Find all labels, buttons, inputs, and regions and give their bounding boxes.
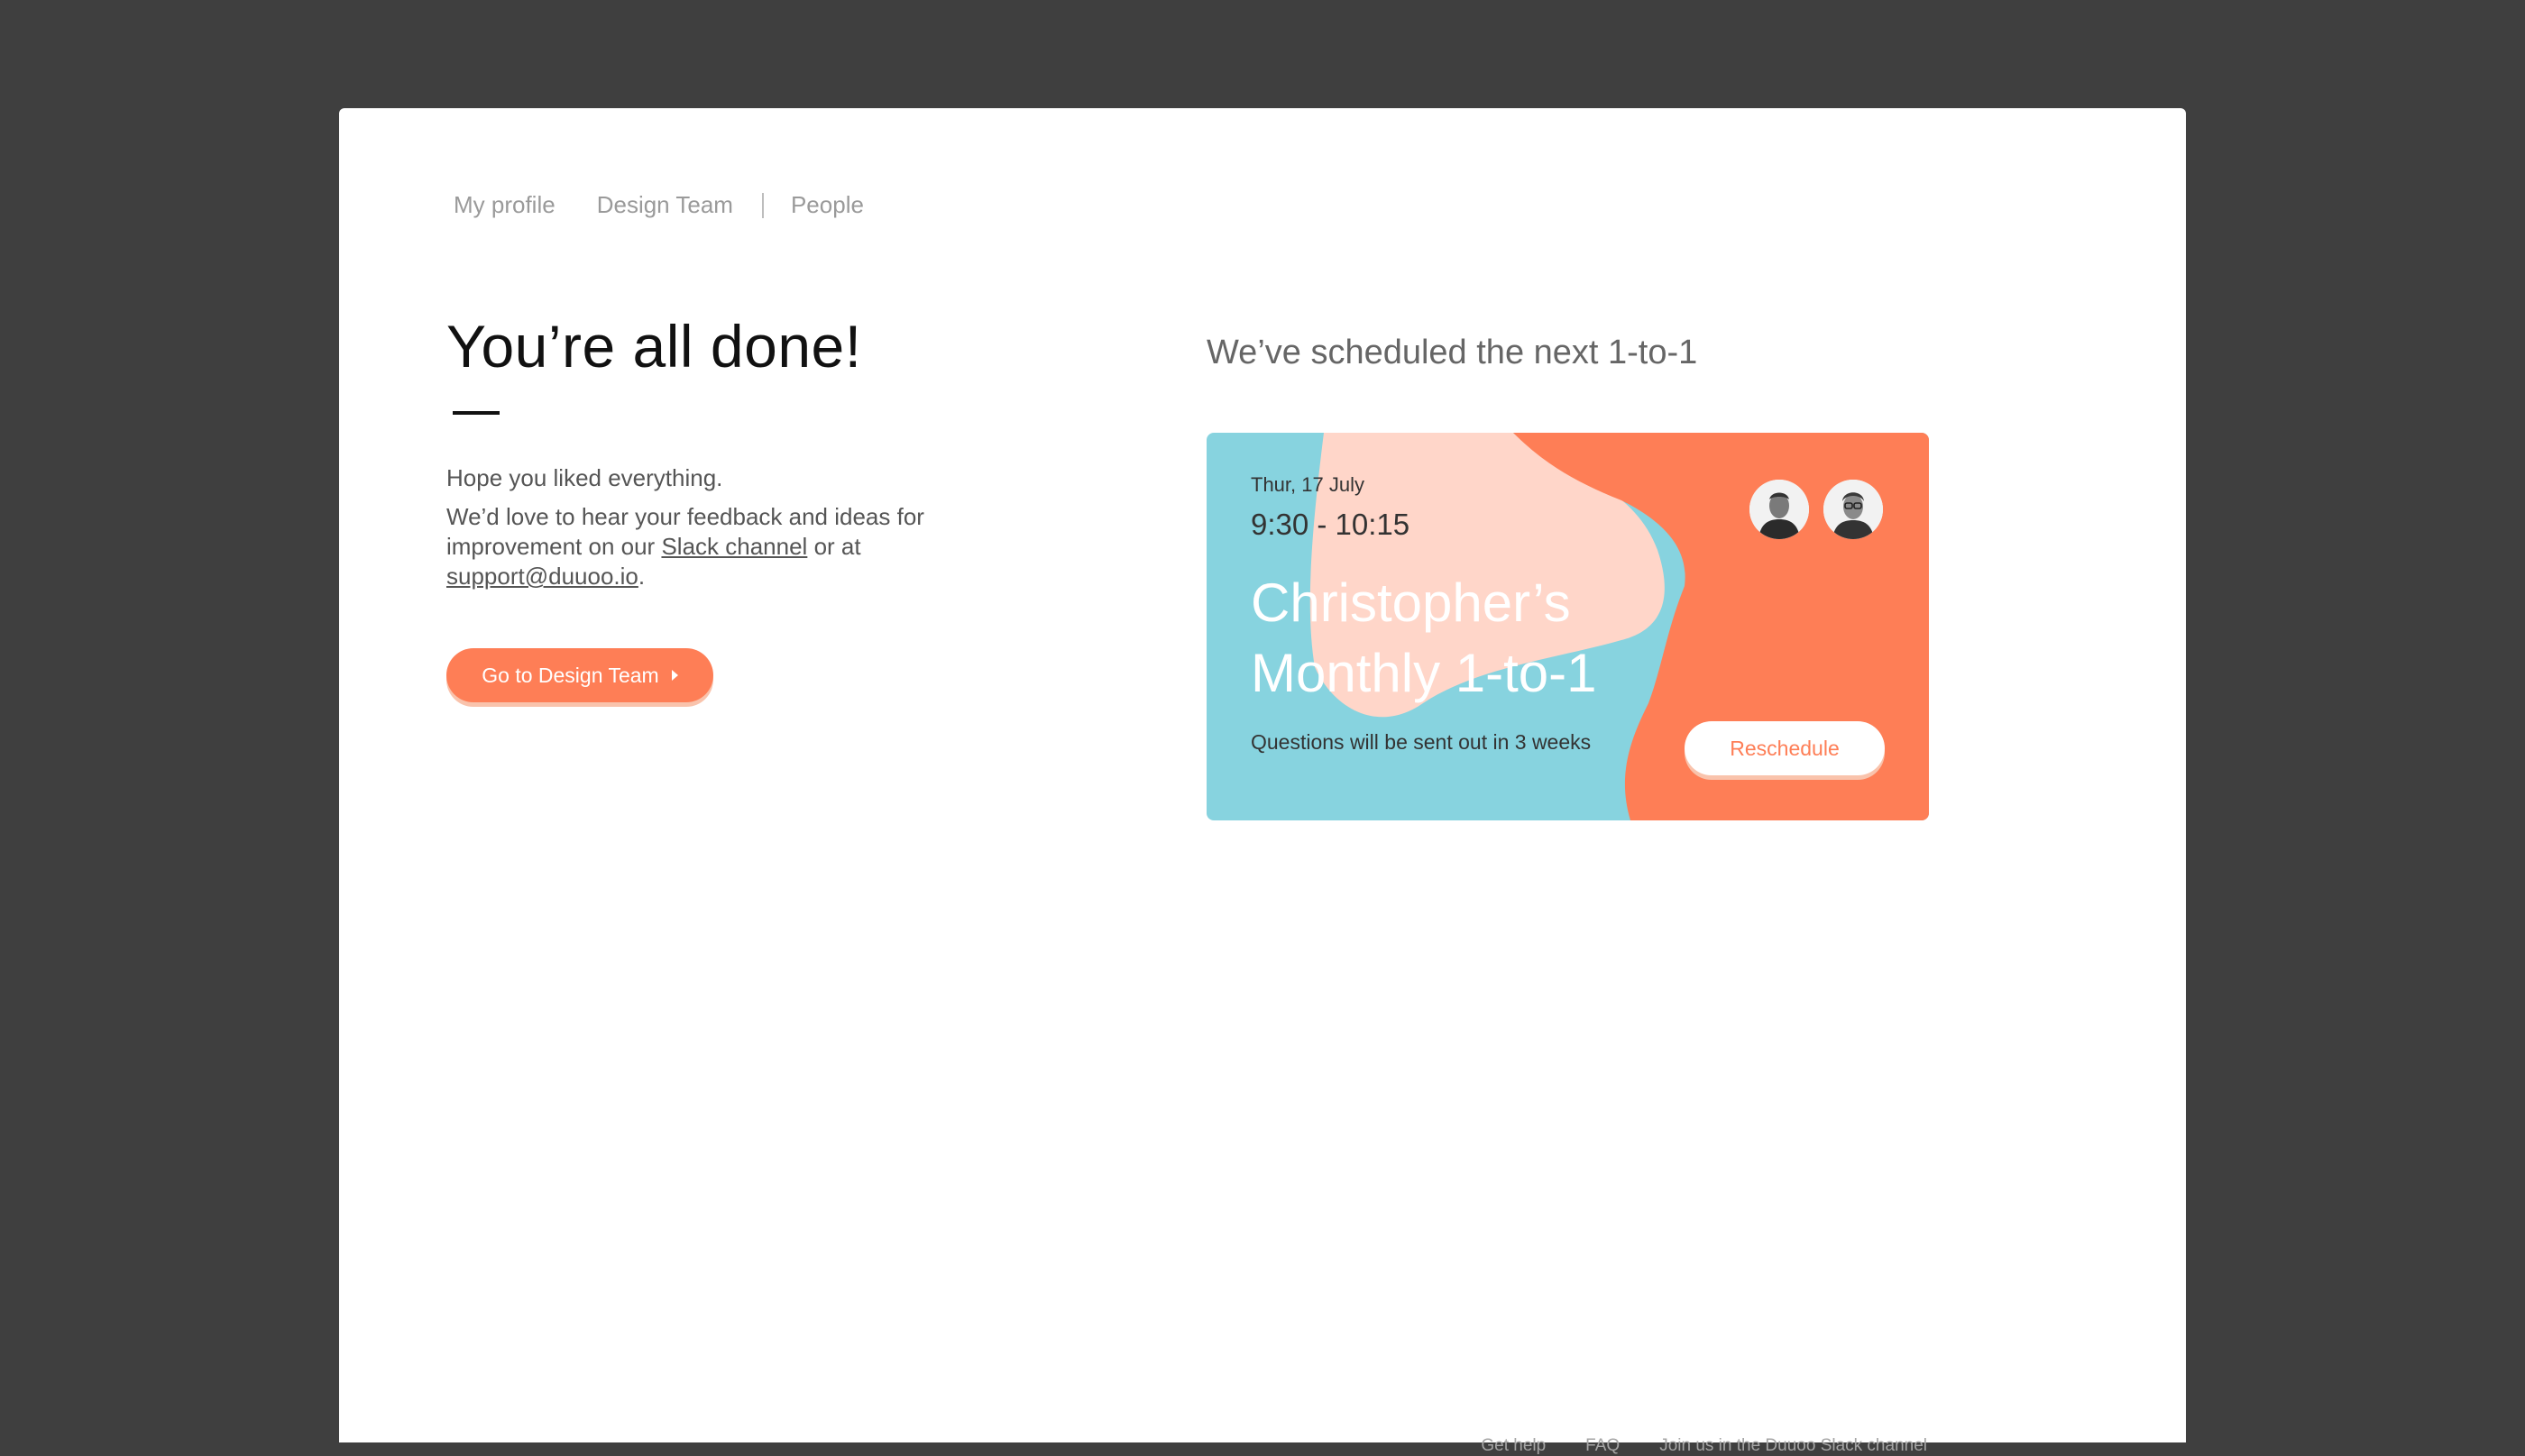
meeting-time: 9:30 - 10:15 <box>1251 508 1410 541</box>
page-title: You’re all done! <box>446 313 862 380</box>
go-to-design-team-button[interactable]: Go to Design Team <box>446 648 713 702</box>
main-panel: My profile Design Team People You’re all… <box>339 108 2186 1455</box>
avatar-participant-1 <box>1749 480 1809 539</box>
schedule-heading: We’ve scheduled the next 1-to-1 <box>1207 334 1698 371</box>
support-email-link[interactable]: support@duuoo.io <box>446 563 638 590</box>
nav-my-profile[interactable]: My profile <box>454 191 556 219</box>
meeting-date: Thur, 17 July <box>1251 473 1364 496</box>
go-button-label: Go to Design Team <box>482 663 659 687</box>
person-avatar-icon <box>1823 480 1883 539</box>
feedback-middle: or at <box>807 533 861 560</box>
caret-right-icon <box>671 670 678 681</box>
footer-slack-link[interactable]: Join us in the Duuoo Slack channel <box>1659 1436 1927 1456</box>
top-nav: My profile Design Team People <box>454 191 864 219</box>
feedback-text: We’d love to hear your feedback and idea… <box>446 502 933 591</box>
reschedule-button[interactable]: Reschedule <box>1685 721 1885 775</box>
slack-channel-link[interactable]: Slack channel <box>661 533 807 560</box>
footer-links: Get help FAQ Join us in the Duuoo Slack … <box>1481 1436 1927 1456</box>
person-avatar-icon <box>1749 480 1809 539</box>
meeting-title-line2: Monthly 1-to-1 <box>1251 643 1597 703</box>
questions-note: Questions will be sent out in 3 weeks <box>1251 730 1592 754</box>
nav-divider <box>761 192 764 218</box>
meeting-card: Thur, 17 July 9:30 - 10:15 Christopher’s… <box>1207 433 1929 820</box>
avatar-participant-2 <box>1823 480 1883 539</box>
footer-get-help-link[interactable]: Get help <box>1481 1436 1546 1456</box>
nav-people[interactable]: People <box>791 191 864 219</box>
title-underline <box>453 411 500 415</box>
meeting-title-line1: Christopher’s <box>1251 572 1571 633</box>
nav-design-team[interactable]: Design Team <box>597 191 733 219</box>
hope-text: Hope you liked everything. <box>446 464 723 491</box>
footer-faq-link[interactable]: FAQ <box>1585 1436 1620 1456</box>
meeting-title: Christopher’s Monthly 1-to-1 <box>1251 568 1597 709</box>
feedback-suffix: . <box>638 563 646 590</box>
